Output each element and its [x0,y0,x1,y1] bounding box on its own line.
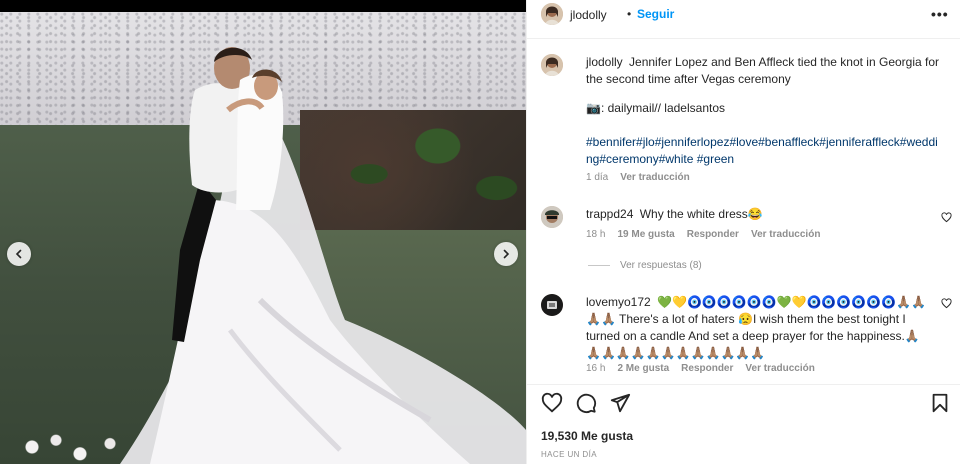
comment-body: Why the white dress😂 [639,207,763,221]
comment-username[interactable]: trappd24 [586,207,633,221]
photo-couple [120,47,526,464]
previous-photo-button[interactable] [7,242,31,266]
post-dialog: jlodolly • Seguir ••• jlodolly Jennifer … [0,0,960,464]
caption-meta: 1 día Ver traducción [586,172,690,183]
avatar-image [541,54,563,76]
caption-username[interactable]: jlodolly [586,55,623,69]
replies-line [588,265,610,266]
comment-translate-link[interactable]: Ver traducción [745,363,814,374]
save-button[interactable] [929,392,951,414]
post-side-panel: jlodolly • Seguir ••• jlodolly Jennifer … [526,0,960,464]
heart-icon [941,298,952,309]
comment-text: lovemyo172 💚💛🧿🧿🧿🧿🧿🧿💚💛🧿🧿🧿🧿🧿🧿🙏🏽🙏🏽🙏🏽🙏🏽 Ther… [586,294,931,362]
comment-time: 18 h [586,229,606,240]
post-photo [0,0,526,464]
author-username[interactable]: jlodolly [570,8,607,22]
caption-credit: 📷: dailymail// ladelsantos [586,101,726,115]
chevron-right-icon [503,249,510,259]
chevron-left-icon [15,249,22,259]
actions-divider [527,384,960,385]
reply-button[interactable]: Responder [687,229,739,240]
avatar-image [541,206,563,228]
next-photo-button[interactable] [494,242,518,266]
author-avatar[interactable] [541,3,563,25]
post-timestamp: HACE UN DÍA [541,450,597,459]
caption-hashtags[interactable]: #bennifer#jlo#jenniferlopez#love#benaffl… [586,134,941,168]
comment-meta: 16 h 2 Me gusta Responder Ver traducción [586,363,815,374]
comment-time: 16 h [586,363,606,374]
comment-likes[interactable]: 19 Me gusta [617,229,674,240]
comment-button[interactable] [575,392,597,414]
caption-translate-link[interactable]: Ver traducción [620,172,689,183]
view-replies-label: Ver respuestas (8) [620,260,702,271]
paper-plane-icon [610,393,631,413]
comment-likes[interactable]: 2 Me gusta [617,363,669,374]
view-replies-button[interactable]: Ver respuestas (8) [588,260,702,271]
comment-meta: 18 h 19 Me gusta Responder Ver traducció… [586,229,820,240]
heart-icon [541,392,563,413]
comment-username[interactable]: lovemyo172 [586,295,651,309]
comment-translate-link[interactable]: Ver traducción [751,229,820,240]
comment-like-button[interactable] [941,298,952,312]
reply-button[interactable]: Responder [681,363,733,374]
post-action-bar [541,392,951,414]
header-divider [527,38,960,39]
caption-time: 1 día [586,172,609,183]
share-button[interactable] [609,392,631,414]
avatar-image [541,3,563,25]
heart-icon [941,212,952,223]
post-header: jlodolly • Seguir ••• [527,0,960,30]
header-separator: • [627,7,632,21]
comment-like-button[interactable] [941,212,952,226]
caption-text: jlodolly Jennifer Lopez and Ben Affleck … [586,54,946,88]
caption-avatar[interactable] [541,54,563,76]
comment-avatar[interactable] [541,294,563,316]
comment-avatar[interactable] [541,206,563,228]
follow-button[interactable]: Seguir [637,7,674,21]
bookmark-icon [932,393,948,413]
caption-body: Jennifer Lopez and Ben Affleck tied the … [586,55,940,86]
more-options-button[interactable]: ••• [931,6,949,22]
likes-count[interactable]: 19,530 Me gusta [541,429,633,443]
comment-icon [576,393,597,414]
like-button[interactable] [541,392,563,414]
avatar-image [541,294,563,316]
comment-text: trappd24 Why the white dress😂 [586,206,931,223]
